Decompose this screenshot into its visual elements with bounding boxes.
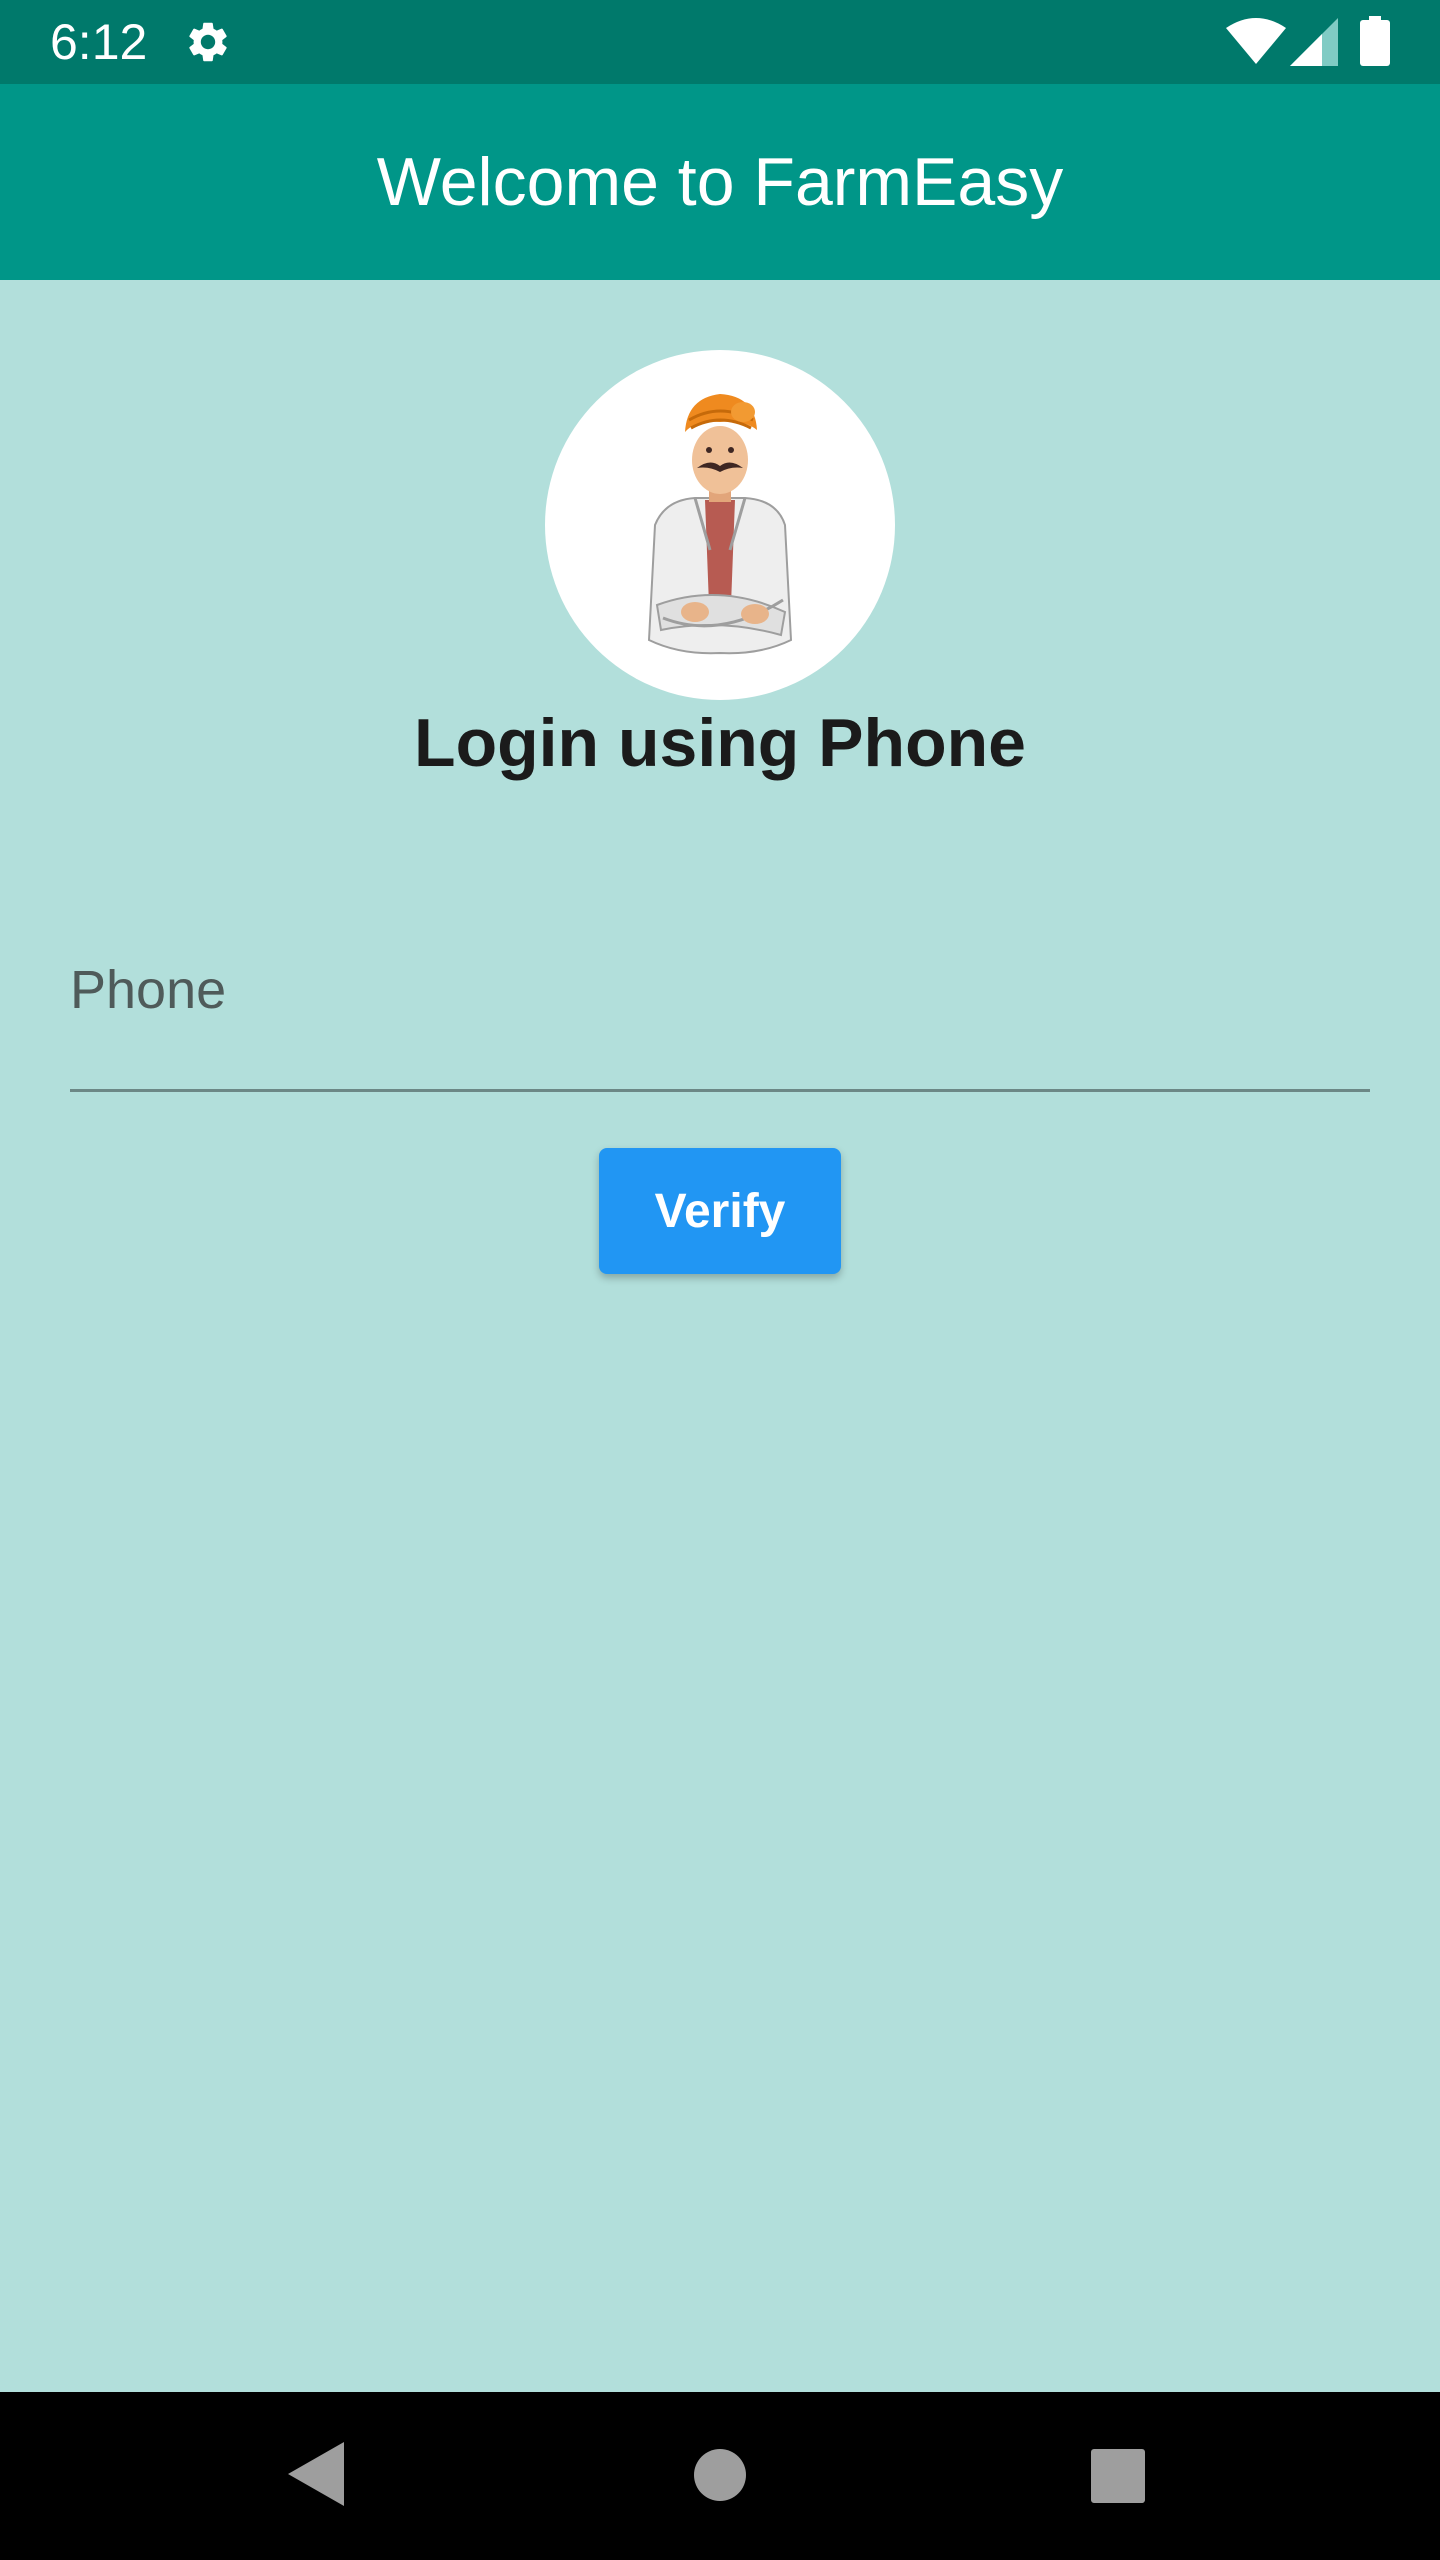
back-icon[interactable]: [288, 2442, 344, 2506]
app-bar: Welcome to FarmEasy: [0, 84, 1440, 280]
verify-button[interactable]: Verify: [599, 1148, 841, 1274]
login-screen: 6:12 Welcome to FarmEasy Login using Pho…: [0, 0, 1440, 2560]
login-heading: Login using Phone: [414, 705, 1026, 781]
phone-field[interactable]: [70, 940, 1370, 1092]
gear-icon: [189, 22, 227, 62]
recents-icon[interactable]: [1091, 2449, 1145, 2503]
phone-underline: [70, 1089, 1370, 1092]
wifi-icon: [1226, 18, 1286, 64]
status-time: 6:12: [50, 14, 148, 70]
signal-icon: [1290, 18, 1338, 66]
farmer-avatar-icon: [545, 350, 895, 700]
home-icon[interactable]: [694, 2449, 746, 2501]
phone-input[interactable]: [70, 940, 1370, 1040]
status-bar: 6:12: [0, 0, 1440, 84]
battery-icon: [1360, 16, 1390, 66]
app-title: Welcome to FarmEasy: [376, 144, 1064, 220]
